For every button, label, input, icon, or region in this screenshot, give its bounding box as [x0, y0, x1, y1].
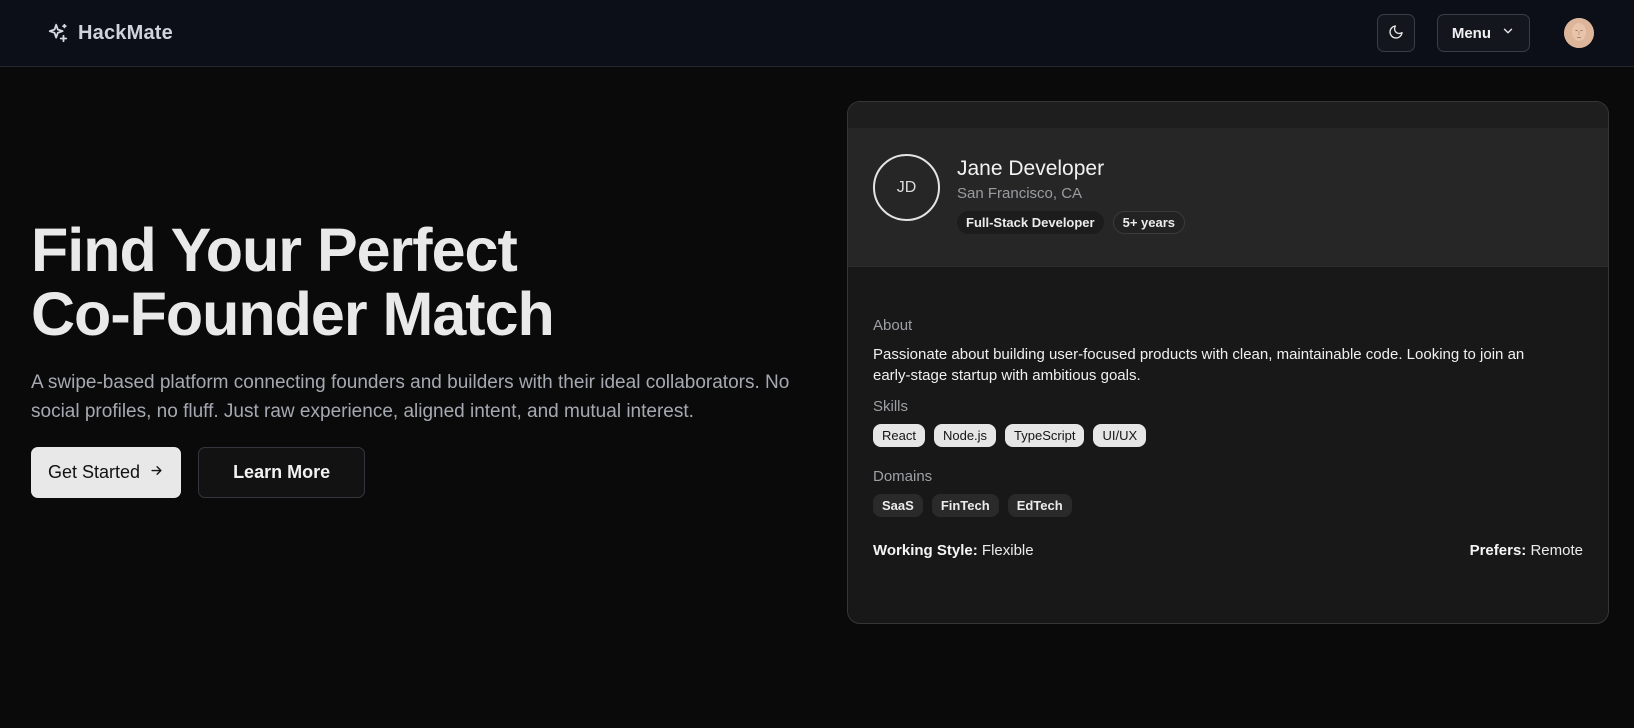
chevron-down-icon	[1501, 24, 1515, 42]
domains-label: Domains	[873, 468, 933, 485]
skill-chip: UI/UX	[1093, 424, 1147, 447]
profile-initials-avatar: JD	[873, 154, 940, 221]
working-style: Working Style: Flexible	[873, 542, 1034, 559]
skill-chip: React	[873, 424, 925, 447]
hero-title: Find Your Perfect Co-Founder Match	[31, 218, 811, 346]
get-started-label: Get Started	[48, 462, 141, 482]
work-preference: Prefers: Remote	[1470, 542, 1583, 559]
hero-section: Find Your Perfect Co-Founder Match A swi…	[31, 218, 811, 498]
top-navbar: HackMate Menu	[0, 0, 1634, 67]
profile-footer: Working Style: Flexible Prefers: Remote	[873, 542, 1583, 559]
brand-name: HackMate	[78, 21, 173, 44]
role-badge: Full-Stack Developer	[957, 211, 1104, 234]
profile-card[interactable]: JD Jane Developer San Francisco, CA Full…	[847, 101, 1609, 624]
domains-list: SaaS FinTech EdTech	[873, 494, 1583, 517]
about-label: About	[873, 317, 913, 334]
arrow-right-icon	[149, 462, 164, 483]
card-top-bar	[848, 102, 1608, 128]
user-avatar[interactable]	[1564, 18, 1594, 48]
brand-logo[interactable]: HackMate	[46, 21, 173, 45]
get-started-button[interactable]: Get Started	[31, 447, 182, 498]
profile-body: About Passionate about building user-foc…	[848, 267, 1608, 559]
sparkles-icon	[46, 21, 70, 45]
theme-toggle-button[interactable]	[1376, 14, 1415, 52]
skills-label: Skills	[873, 398, 909, 415]
hero-title-line-1: Find Your Perfect	[31, 216, 518, 284]
profile-name: Jane Developer	[957, 157, 1105, 180]
profile-location: San Francisco, CA	[957, 185, 1083, 202]
skills-list: React Node.js TypeScript UI/UX	[873, 424, 1583, 447]
menu-label: Menu	[1451, 24, 1491, 42]
domain-chip: FinTech	[931, 494, 999, 517]
hero-title-line-2: Co-Founder Match	[31, 280, 555, 348]
hero-subtitle: A swipe-based platform connecting founde…	[31, 372, 790, 422]
learn-more-button[interactable]: Learn More	[198, 447, 366, 498]
domain-chip: EdTech	[1007, 494, 1072, 517]
domain-chip: SaaS	[873, 494, 923, 517]
prefers-label: Prefers:	[1469, 542, 1527, 559]
menu-button[interactable]: Menu	[1436, 14, 1530, 52]
about-text: Passionate about building user-focused p…	[873, 346, 1525, 384]
working-style-label: Working Style:	[873, 542, 978, 559]
skill-chip: Node.js	[933, 424, 997, 447]
moon-icon	[1388, 24, 1404, 43]
profile-header: JD Jane Developer San Francisco, CA Full…	[848, 128, 1608, 267]
skill-chip: TypeScript	[1005, 424, 1085, 447]
prefers-value: Remote	[1530, 542, 1583, 559]
working-style-value: Flexible	[981, 542, 1034, 559]
experience-badge: 5+ years	[1112, 211, 1186, 234]
